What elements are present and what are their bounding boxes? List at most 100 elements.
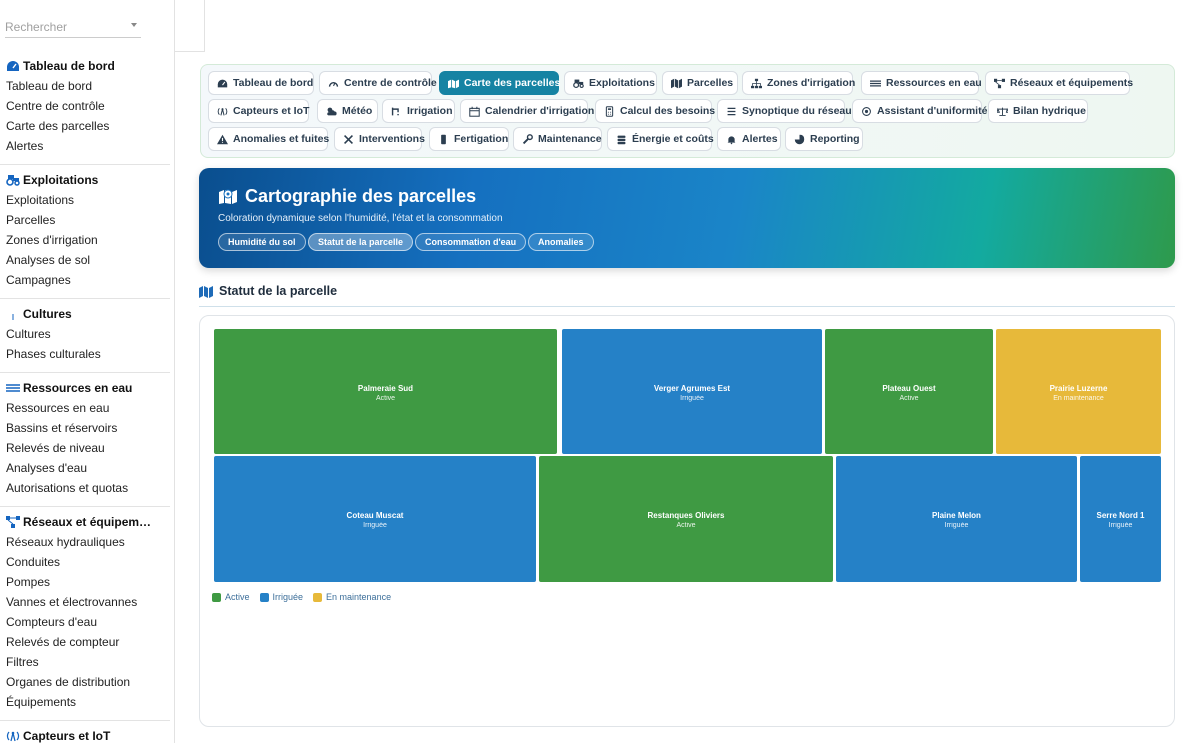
parcel-tile[interactable]: Plaine Melon Irriguée bbox=[835, 455, 1078, 583]
nav-pill-label: Carte des parcelles bbox=[464, 77, 561, 89]
parcel-name: Prairie Luzerne bbox=[1049, 383, 1108, 393]
nav-pill-1-6[interactable]: Assistant d'uniformité bbox=[852, 99, 987, 123]
nav-pill-2-1[interactable]: Interventions bbox=[334, 127, 425, 151]
nav-pill-1-7[interactable]: Bilan hydrique bbox=[988, 99, 1088, 123]
legend-item: En maintenance bbox=[313, 592, 391, 602]
sidebar-item[interactable]: Phases culturales bbox=[0, 344, 174, 364]
filter-chip-1[interactable]: Statut de la parcelle bbox=[308, 233, 414, 251]
nav-pill-2-4[interactable]: Énergie et coûts bbox=[607, 127, 714, 151]
faucet-icon bbox=[391, 106, 402, 117]
search-input[interactable] bbox=[5, 18, 125, 36]
parcel-tile[interactable]: Plateau Ouest Active bbox=[824, 328, 994, 455]
legend-label: En maintenance bbox=[326, 592, 392, 602]
sidebar-item[interactable]: Centre de contrôle bbox=[0, 96, 174, 116]
nav-pill-1-2[interactable]: Irrigation bbox=[382, 99, 455, 123]
parcel-status: Irriguée bbox=[1108, 522, 1133, 529]
sidebar-section-label: Réseaux et équipem… bbox=[23, 515, 152, 529]
filter-chip-0[interactable]: Humidité du sol bbox=[218, 233, 306, 251]
sensor-icon bbox=[6, 730, 20, 742]
parcel-tile[interactable]: Prairie Luzerne En maintenance bbox=[995, 328, 1162, 455]
nav-pill-0-2[interactable]: Carte des parcelles bbox=[439, 71, 561, 95]
sidebar-item[interactable]: Filtres bbox=[0, 652, 174, 672]
parcel-status: Irriguée bbox=[944, 522, 969, 529]
sidebar-section-title[interactable]: Exploitations bbox=[0, 170, 174, 190]
network-icon bbox=[6, 516, 20, 528]
nav-pill-1-0[interactable]: Capteurs et IoT bbox=[208, 99, 309, 123]
nav-pill-0-3[interactable]: Exploitations bbox=[564, 71, 657, 95]
nav-pill-2-2[interactable]: Fertigation bbox=[429, 127, 509, 151]
nav-pill-1-3[interactable]: Calendrier d'irrigation bbox=[460, 99, 594, 123]
tools-icon bbox=[343, 134, 354, 145]
nav-pill-1-4[interactable]: Calcul des besoins bbox=[595, 99, 715, 123]
sidebar-item[interactable]: Conduites bbox=[0, 552, 174, 572]
sidebar-item[interactable]: Réseaux hydrauliques bbox=[0, 532, 174, 552]
nav-pill-label: Assistant d'uniformité bbox=[877, 105, 988, 117]
calendar-icon bbox=[469, 106, 480, 117]
nav-pill-0-4[interactable]: Parcelles bbox=[662, 71, 738, 95]
sidebar-divider bbox=[0, 720, 170, 721]
search-box[interactable] bbox=[5, 18, 141, 38]
filter-chip-3[interactable]: Anomalies bbox=[528, 233, 594, 251]
parcel-status: Active bbox=[375, 394, 396, 402]
parcel-tile[interactable]: Serre Nord 1 Irriguée bbox=[1079, 455, 1162, 583]
nav-pill-label: Parcelles bbox=[687, 77, 734, 89]
chevron-down-icon[interactable] bbox=[131, 23, 137, 27]
module-navigation: Tableau de bord Centre de contrôle Carte d… bbox=[200, 64, 1175, 158]
nav-pill-2-3[interactable]: Maintenance bbox=[513, 127, 602, 151]
nav-pill-2-6[interactable]: Reporting bbox=[785, 127, 863, 151]
nav-pill-0-5[interactable]: Zones d'irrigation bbox=[742, 71, 855, 95]
nav-pill-0-6[interactable]: Ressources en eau bbox=[861, 71, 982, 95]
sidebar-section-4: Réseaux et équipem… Réseaux hydrauliques C… bbox=[0, 512, 174, 712]
sidebar-item[interactable]: Relevés de niveau bbox=[0, 438, 174, 458]
sidebar-section-title[interactable]: Cultures bbox=[0, 304, 174, 324]
sidebar-item[interactable]: Alertes bbox=[0, 136, 174, 156]
nav-pill-1-5[interactable]: Synoptique du réseau bbox=[717, 99, 852, 123]
sidebar-item[interactable]: Équipements bbox=[0, 692, 174, 712]
sidebar-item[interactable]: Compteurs d'eau bbox=[0, 612, 174, 632]
parcel-status: En maintenance bbox=[1053, 394, 1104, 402]
filter-chip-2[interactable]: Consommation d'eau bbox=[415, 233, 527, 251]
sidebar-item[interactable]: Zones d'irrigation bbox=[0, 230, 174, 250]
sitemap-icon bbox=[751, 78, 762, 89]
target-icon bbox=[861, 106, 872, 117]
sidebar-item[interactable]: Bassins et réservoirs bbox=[0, 418, 174, 438]
nav-pill-label: Météo bbox=[342, 105, 373, 117]
sidebar-item[interactable]: Tableau de bord bbox=[0, 76, 174, 96]
legend-item: Active bbox=[212, 592, 250, 602]
nav-pill-2-0[interactable]: Anomalies et fuites bbox=[208, 127, 329, 151]
gauge-icon bbox=[328, 78, 339, 89]
sidebar-item[interactable]: Cultures bbox=[0, 324, 174, 344]
treemap-legend: Active Irriguée En maintenance bbox=[212, 592, 391, 602]
nav-pill-0-7[interactable]: Réseaux et équipements bbox=[985, 71, 1133, 95]
parcel-tile[interactable]: Verger Agrumes Est Irriguée bbox=[561, 328, 823, 455]
sidebar-item[interactable]: Analyses d'eau bbox=[0, 458, 174, 478]
nav-pill-1-1[interactable]: Météo bbox=[317, 99, 378, 123]
map-icon bbox=[199, 286, 213, 298]
map-marker-icon bbox=[448, 78, 459, 89]
parcel-tile[interactable]: Restanques Oliviers Active bbox=[538, 455, 834, 583]
sidebar-item[interactable]: Carte des parcelles bbox=[0, 116, 174, 136]
sidebar-item[interactable]: Pompes bbox=[0, 572, 174, 592]
sidebar-section-title[interactable]: Réseaux et équipem… bbox=[0, 512, 174, 532]
parcel-status: Irriguée bbox=[363, 522, 387, 529]
sensor-icon bbox=[217, 106, 228, 117]
sidebar-item[interactable]: Analyses de sol bbox=[0, 250, 174, 270]
sidebar-item[interactable]: Autorisations et quotas bbox=[0, 478, 174, 498]
sidebar-item[interactable]: Relevés de compteur bbox=[0, 632, 174, 652]
sidebar-item[interactable]: Organes de distribution bbox=[0, 672, 174, 692]
sidebar-section-title[interactable]: Tableau de bord bbox=[0, 56, 174, 76]
sidebar-item[interactable]: Exploitations bbox=[0, 190, 174, 210]
nav-pill-2-5[interactable]: Alertes bbox=[717, 127, 781, 151]
sidebar-section-title[interactable]: Ressources en eau bbox=[0, 378, 174, 398]
parcel-tile[interactable]: Coteau Muscat Irriguée bbox=[213, 455, 537, 583]
nav-pill-0-0[interactable]: Tableau de bord bbox=[208, 71, 314, 95]
parcel-tile[interactable]: Palmeraie Sud Active bbox=[213, 328, 558, 455]
page-title: Cartographie des parcelles bbox=[245, 186, 477, 206]
sidebar-item[interactable]: Parcelles bbox=[0, 210, 174, 230]
sidebar-item[interactable]: Vannes et électrovannes bbox=[0, 592, 174, 612]
sidebar-section-title[interactable]: Capteurs et IoT bbox=[0, 726, 174, 743]
legend-label: Irriguée bbox=[272, 592, 304, 602]
sidebar-item[interactable]: Ressources en eau bbox=[0, 398, 174, 418]
nav-pill-0-1[interactable]: Centre de contrôle bbox=[319, 71, 437, 95]
sidebar-item[interactable]: Campagnes bbox=[0, 270, 174, 290]
